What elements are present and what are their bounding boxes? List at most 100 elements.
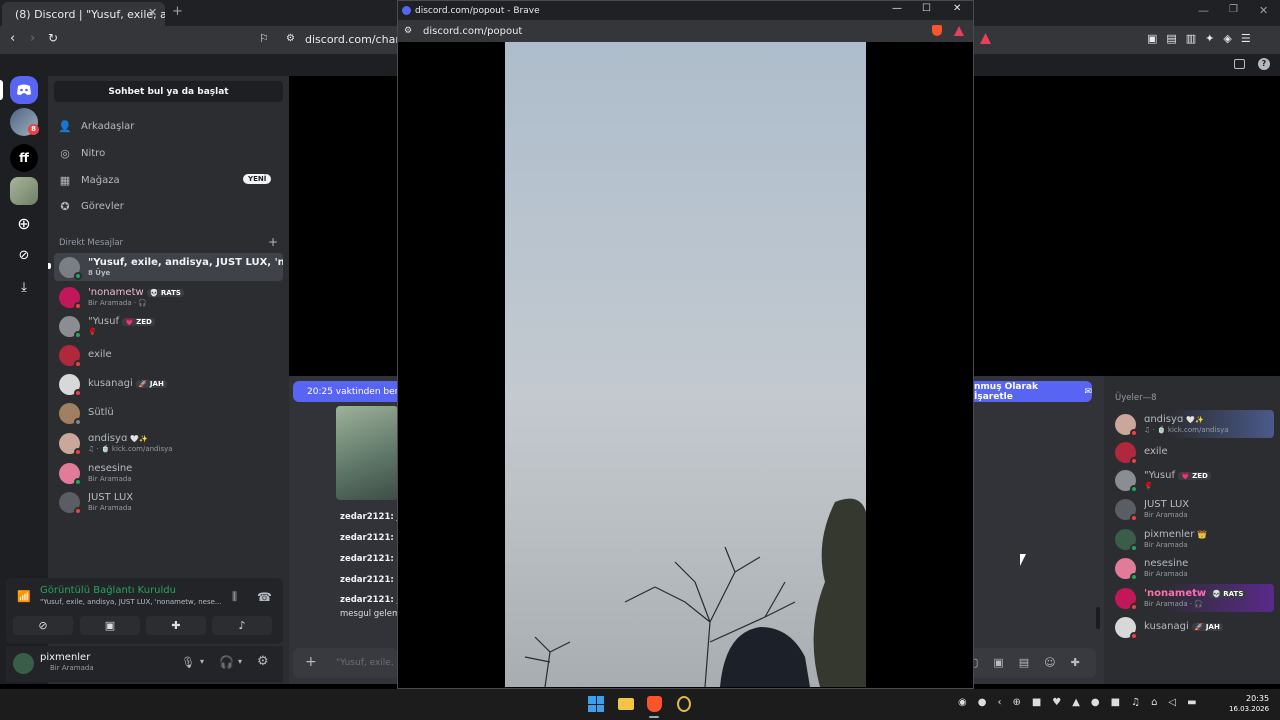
find-conversation-button[interactable]: Sohbet bul ya da başlat xyxy=(54,81,283,102)
popout-title: discord.com/popout - Brave xyxy=(415,5,540,16)
member-name: pixmenler xyxy=(1144,529,1195,541)
video-thumbnail[interactable] xyxy=(336,406,398,500)
brave-shields-icon[interactable] xyxy=(932,25,942,36)
new-tab-icon[interactable]: + xyxy=(172,4,183,19)
activities-button[interactable]: ✚ xyxy=(146,616,206,635)
chat-message: zedar2121: sa xyxy=(340,554,398,564)
screen-share-button[interactable]: ▣ xyxy=(80,616,140,635)
brave-browser-icon[interactable] xyxy=(647,696,662,712)
soundboard-button[interactable]: ♪ xyxy=(212,616,272,635)
window-close-icon[interactable]: ✕ xyxy=(1259,4,1268,17)
browser-tab-discord[interactable]: (8) Discord | "Yusuf, exile, an xyxy=(2,2,165,26)
clock-date[interactable]: 16.03.2026 xyxy=(1229,705,1269,713)
dm-item-yusuf[interactable]: "Yusuf 💗 ZED 🌹 xyxy=(54,312,283,340)
bookmark-icon[interactable]: ⚐ xyxy=(259,32,269,45)
guild-tag: 💗 ZED xyxy=(1177,471,1211,480)
voice-status[interactable]: Görüntülü Bağlantı Kuruldu xyxy=(40,585,176,596)
popout-close-icon[interactable]: ✕ xyxy=(953,3,961,14)
message-author: zedar2121: xyxy=(340,595,394,605)
voice-channel-name[interactable]: "Yusuf, exile, andisya, JUST LUX, 'nonam… xyxy=(40,598,223,606)
dm-item-andisya[interactable]: ɑndisyɑ 🤍✨ ♫ · 🍵 kick.com/andisya xyxy=(54,429,283,457)
dm-subtext: Bir Aramada xyxy=(88,503,132,512)
dm-name: "Yusuf xyxy=(88,316,119,328)
member-nonametw[interactable]: 'nonametw 💀 RATS Bir Aramada · 🎧 xyxy=(1112,584,1274,612)
user-avatar[interactable] xyxy=(13,653,34,674)
back-icon[interactable]: ‹ xyxy=(10,31,15,46)
file-explorer-icon[interactable] xyxy=(618,698,634,710)
tray-icons[interactable]: ◉●‹⊕■♥▲●■♫⌂◁▬ xyxy=(958,697,1208,708)
window-minimize-icon[interactable]: — xyxy=(1198,4,1209,17)
status-emoji: 🤍✨ xyxy=(130,434,148,443)
nav-nitro[interactable]: ◎ Nitro xyxy=(58,142,105,164)
nav-shop[interactable]: ▦ Mağaza xyxy=(58,169,120,191)
member-subtext: 🌹 xyxy=(1144,481,1153,490)
member-name: ɑndisyɑ xyxy=(1144,414,1184,426)
chevron-down-icon[interactable]: ▾ xyxy=(238,657,242,666)
attach-plus-icon[interactable]: + xyxy=(305,654,317,670)
friends-icon: 👤 xyxy=(58,119,72,133)
guild-tag: 💀 RATS xyxy=(1209,589,1247,598)
reload-icon[interactable]: ↻ xyxy=(48,31,58,45)
download-icon[interactable]: ⤓ xyxy=(10,273,38,301)
microphone-icon[interactable]: 🎙 xyxy=(181,656,195,669)
mark-as-read-button[interactable]: nmuş Olarak İşaretle ✉ xyxy=(972,381,1092,402)
dm-item-kusanagi[interactable]: kusanagi 🚀 JAH xyxy=(54,370,283,398)
member-nesesine[interactable]: nesesine Bir Aramada xyxy=(1112,554,1274,582)
settings-gear-icon[interactable]: ⚙ xyxy=(257,654,269,669)
disconnect-icon[interactable]: ☎ xyxy=(257,590,272,604)
camera-off-button[interactable]: ⊘ xyxy=(13,616,73,635)
member-scrollbar[interactable] xyxy=(1096,607,1100,629)
browser-toolbar-icons[interactable]: ▣▤▥✦◈☰ xyxy=(1147,32,1260,45)
tab-close-icon[interactable]: ✕ xyxy=(148,6,157,19)
noise-suppression-icon[interactable]: ⫼ xyxy=(232,590,237,604)
nav-friends[interactable]: 👤 Arkadaşlar xyxy=(58,115,134,137)
activities-icon: ✚ xyxy=(171,619,181,632)
server-ff-icon[interactable]: ff xyxy=(10,144,38,172)
window-restore-icon[interactable]: ❐ xyxy=(1229,4,1238,15)
chevron-down-icon[interactable]: ▾ xyxy=(200,657,204,666)
popout-maximize-icon[interactable]: ☐ xyxy=(922,3,931,14)
discover-icon[interactable]: ⊘ xyxy=(10,241,38,269)
members-header: Üyeler—8 xyxy=(1115,393,1157,403)
status-emoji: 🤍✨ xyxy=(1186,415,1204,424)
site-settings-icon[interactable]: ⚙ xyxy=(404,26,412,36)
dm-item-nesesine[interactable]: nesesine Bir Aramada xyxy=(54,459,283,487)
create-dm-icon[interactable]: + xyxy=(268,235,278,249)
composer-icons[interactable]: ▢▣▤☺✚ xyxy=(968,656,1095,669)
popout-address-bar[interactable]: discord.com/popout xyxy=(398,20,973,42)
quests-icon: ✪ xyxy=(60,199,70,213)
inbox-icon[interactable] xyxy=(1234,59,1245,69)
new-messages-bar[interactable]: 20:25 vaktinden beri 8 xyxy=(293,381,399,402)
start-pane xyxy=(596,704,604,712)
forward-icon[interactable]: › xyxy=(30,31,35,46)
dm-item-nonametw[interactable]: 'nonametw 💀 RATS Bir Aramada · 🎧 xyxy=(54,283,283,311)
discord-home-icon[interactable] xyxy=(10,76,38,104)
mark-read-icon: ✉ xyxy=(1084,386,1092,397)
member-justlux[interactable]: JUST LUX Bir Aramada xyxy=(1112,495,1274,523)
dm-item-sutlu[interactable]: Sütlü xyxy=(54,399,283,427)
add-server-icon[interactable]: ⊕ xyxy=(10,209,38,237)
clock-time[interactable]: 20:35 xyxy=(1246,694,1269,703)
nav-shop-label: Mağaza xyxy=(81,174,120,186)
windows-start-icon[interactable] xyxy=(588,696,604,712)
help-icon[interactable]: ? xyxy=(1258,58,1270,70)
dm-item-justlux[interactable]: JUST LUX Bir Aramada xyxy=(54,488,283,516)
site-info-icon[interactable]: ⚙ xyxy=(286,33,295,44)
member-pixmenler[interactable]: pixmenler 👑 Bir Aramada xyxy=(1112,525,1274,553)
dm-item-exile[interactable]: exile xyxy=(54,341,283,369)
member-kusanagi[interactable]: kusanagi 🚀 JAH xyxy=(1112,613,1274,641)
nav-quests[interactable]: ✪ Görevler xyxy=(58,195,123,217)
member-andisya[interactable]: ɑndisyɑ 🤍✨ ♫ · 🍵 kick.com/andisya xyxy=(1112,410,1274,438)
popout-minimize-icon[interactable]: — xyxy=(892,3,902,14)
member-yusuf[interactable]: "Yusuf 💗 ZED 🌹 xyxy=(1112,466,1274,494)
user-name[interactable]: pixmenler xyxy=(40,652,90,663)
dm-item-group[interactable]: "Yusuf, exile, andisya, JUST LUX, 'nona.… xyxy=(54,253,283,281)
dm-name: Sütlü xyxy=(88,407,114,419)
mouse-cursor-icon xyxy=(1020,554,1026,566)
member-exile[interactable]: exile xyxy=(1112,438,1274,466)
headphones-icon[interactable]: 🎧 xyxy=(219,655,234,669)
server-image-icon[interactable] xyxy=(10,177,38,205)
discord-favicon-icon xyxy=(402,6,411,15)
video-stream[interactable] xyxy=(505,42,866,687)
app-icon[interactable] xyxy=(677,696,691,712)
